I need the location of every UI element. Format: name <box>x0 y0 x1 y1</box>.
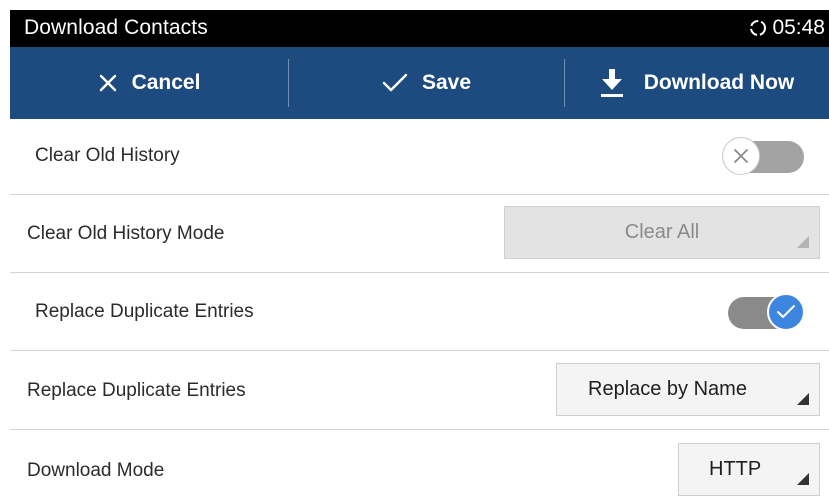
clear-old-history-mode-select[interactable]: Clear All <box>504 206 820 259</box>
select-value: HTTP <box>709 458 762 480</box>
clock: 05:48 <box>772 16 825 39</box>
select-value: Replace by Name <box>588 378 747 400</box>
replace-duplicate-toggle-row: Replace Duplicate Entries <box>10 273 829 351</box>
replace-duplicate-mode-select[interactable]: Replace by Name <box>556 363 820 416</box>
clear-old-history-row: Clear Old History <box>10 119 829 195</box>
screen-title: Download Contacts <box>24 16 208 39</box>
replace-duplicate-entries-toggle[interactable] <box>722 293 806 333</box>
download-mode-label: Download Mode <box>27 460 165 481</box>
dropdown-arrow-icon <box>797 393 809 405</box>
replace-duplicate-toggle-label: Replace Duplicate Entries <box>35 301 254 322</box>
replace-duplicate-mode-row: Replace Duplicate Entries Replace by Nam… <box>10 351 829 430</box>
check-icon <box>382 73 408 93</box>
x-icon <box>734 149 748 163</box>
save-label: Save <box>421 71 472 94</box>
cancel-label: Cancel <box>131 71 201 94</box>
clear-old-history-toggle[interactable] <box>722 137 806 177</box>
dropdown-arrow-icon <box>797 473 809 485</box>
status-bar: Download Contacts 05:48 <box>10 10 829 47</box>
download-now-button[interactable]: Download Now <box>565 47 829 119</box>
toggle-knob <box>722 137 760 175</box>
download-now-label: Download Now <box>643 71 795 94</box>
save-button[interactable]: Save <box>289 47 564 119</box>
action-bar: Cancel Save Download Now <box>10 47 829 119</box>
clear-old-history-mode-label: Clear Old History Mode <box>27 223 225 244</box>
toggle-knob <box>767 293 805 331</box>
dropdown-arrow-icon <box>797 236 809 248</box>
replace-duplicate-mode-label: Replace Duplicate Entries <box>27 380 246 401</box>
close-icon <box>98 73 118 93</box>
download-mode-row: Download Mode HTTP <box>10 430 829 503</box>
sync-icon <box>748 18 768 38</box>
status-right: 05:48 <box>748 16 825 40</box>
clear-old-history-label: Clear Old History <box>35 145 180 166</box>
download-mode-select[interactable]: HTTP <box>678 443 820 496</box>
select-value: Clear All <box>624 221 700 243</box>
download-icon <box>600 68 624 98</box>
cancel-button[interactable]: Cancel <box>10 47 288 119</box>
download-contacts-screen: Download Contacts 05:48 Cancel Save Down… <box>10 10 829 503</box>
check-icon <box>777 305 795 318</box>
clear-old-history-mode-row: Clear Old History Mode Clear All <box>10 195 829 273</box>
